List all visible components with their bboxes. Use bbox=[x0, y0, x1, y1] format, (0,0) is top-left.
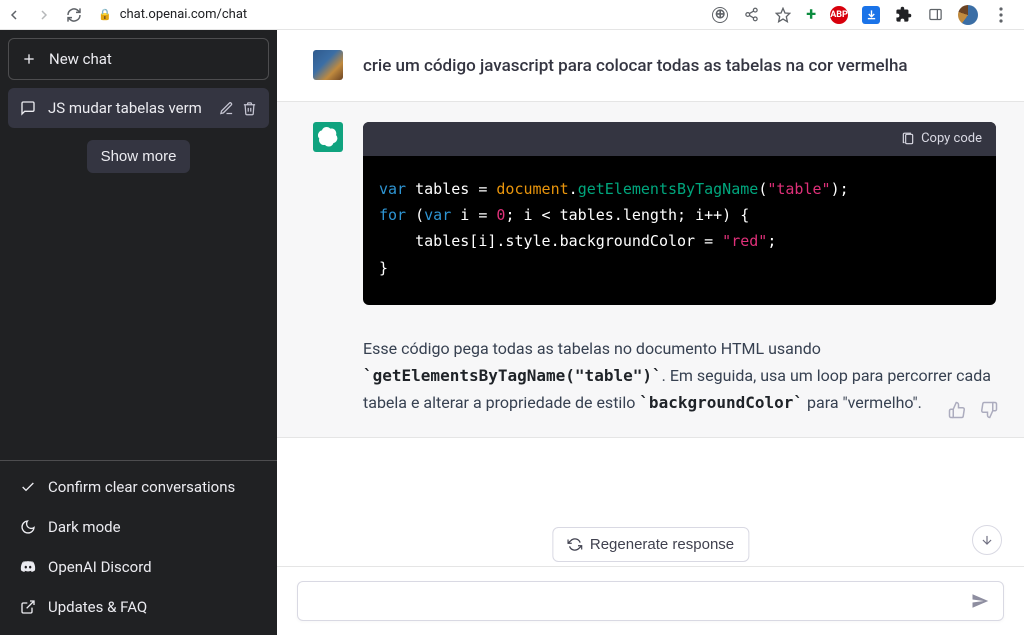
chevron-down-icon bbox=[980, 533, 994, 547]
updates-faq-link[interactable]: Updates & FAQ bbox=[8, 587, 269, 627]
plus-extension-icon[interactable]: + bbox=[806, 6, 816, 24]
openai-discord-link[interactable]: OpenAI Discord bbox=[8, 547, 269, 587]
forward-icon[interactable] bbox=[36, 7, 52, 23]
share-icon[interactable] bbox=[742, 6, 760, 24]
clipboard-icon bbox=[901, 132, 915, 146]
trash-icon[interactable] bbox=[242, 101, 257, 116]
copy-code-button[interactable]: Copy code bbox=[363, 122, 996, 156]
discord-icon bbox=[20, 559, 36, 575]
new-chat-button[interactable]: New chat bbox=[8, 38, 269, 80]
assistant-avatar bbox=[313, 122, 343, 152]
thumbs-up-icon[interactable] bbox=[948, 401, 966, 423]
thumbs-down-icon[interactable] bbox=[980, 401, 998, 423]
sidebar-separator bbox=[0, 460, 277, 461]
regenerate-response-button[interactable]: Regenerate response bbox=[552, 527, 749, 562]
chat-icon bbox=[20, 100, 36, 116]
user-message-text: crie um código javascript para colocar t… bbox=[363, 50, 996, 81]
profile-avatar[interactable] bbox=[958, 5, 978, 25]
bookmark-star-icon[interactable] bbox=[774, 6, 792, 24]
kebab-menu-icon[interactable] bbox=[992, 6, 1010, 24]
url-box[interactable]: 🔒 chat.openai.com/chat bbox=[98, 7, 247, 22]
edit-icon[interactable] bbox=[219, 101, 234, 116]
sidebar: New chat JS mudar tabelas verm Show more… bbox=[0, 30, 277, 635]
extensions-puzzle-icon[interactable] bbox=[894, 6, 912, 24]
regenerate-icon bbox=[567, 537, 582, 552]
assistant-message: Copy code var tables = document.getEleme… bbox=[277, 101, 1024, 438]
extension-area: ⊕ + ABP bbox=[712, 5, 1018, 25]
show-more-button[interactable]: Show more bbox=[87, 140, 191, 173]
sidepanel-icon[interactable] bbox=[926, 6, 944, 24]
scroll-to-bottom-button[interactable] bbox=[972, 525, 1002, 555]
zoom-icon[interactable]: ⊕ bbox=[712, 7, 728, 23]
user-message: crie um código javascript para colocar t… bbox=[277, 30, 1024, 101]
send-icon[interactable] bbox=[971, 592, 989, 610]
main-conversation: crie um código javascript para colocar t… bbox=[277, 30, 1024, 635]
input-area: Regenerate response bbox=[277, 566, 1024, 635]
feedback-buttons bbox=[948, 401, 998, 423]
reload-icon[interactable] bbox=[66, 7, 82, 23]
user-avatar bbox=[313, 50, 343, 80]
lock-icon: 🔒 bbox=[98, 8, 112, 21]
new-chat-label: New chat bbox=[49, 50, 112, 68]
code-block: Copy code var tables = document.getEleme… bbox=[363, 122, 996, 305]
download-extension-icon[interactable] bbox=[862, 6, 880, 24]
browser-toolbar: 🔒 chat.openai.com/chat ⊕ + ABP bbox=[0, 0, 1024, 30]
dark-mode-toggle[interactable]: Dark mode bbox=[8, 507, 269, 547]
url-text: chat.openai.com/chat bbox=[120, 7, 247, 22]
adblock-icon[interactable]: ABP bbox=[830, 6, 848, 24]
check-icon bbox=[20, 479, 36, 495]
confirm-clear-conversations[interactable]: Confirm clear conversations bbox=[8, 467, 269, 507]
back-icon[interactable] bbox=[6, 7, 22, 23]
history-item-label: JS mudar tabelas verm bbox=[48, 99, 207, 117]
assistant-explanation: Esse código pega todas as tabelas no doc… bbox=[363, 335, 996, 417]
external-link-icon bbox=[20, 599, 36, 615]
history-item[interactable]: JS mudar tabelas verm bbox=[8, 88, 269, 128]
prompt-input[interactable] bbox=[312, 593, 971, 610]
prompt-box[interactable] bbox=[297, 581, 1004, 621]
moon-icon bbox=[20, 519, 36, 535]
code-content: var tables = document.getElementsByTagNa… bbox=[363, 156, 996, 305]
